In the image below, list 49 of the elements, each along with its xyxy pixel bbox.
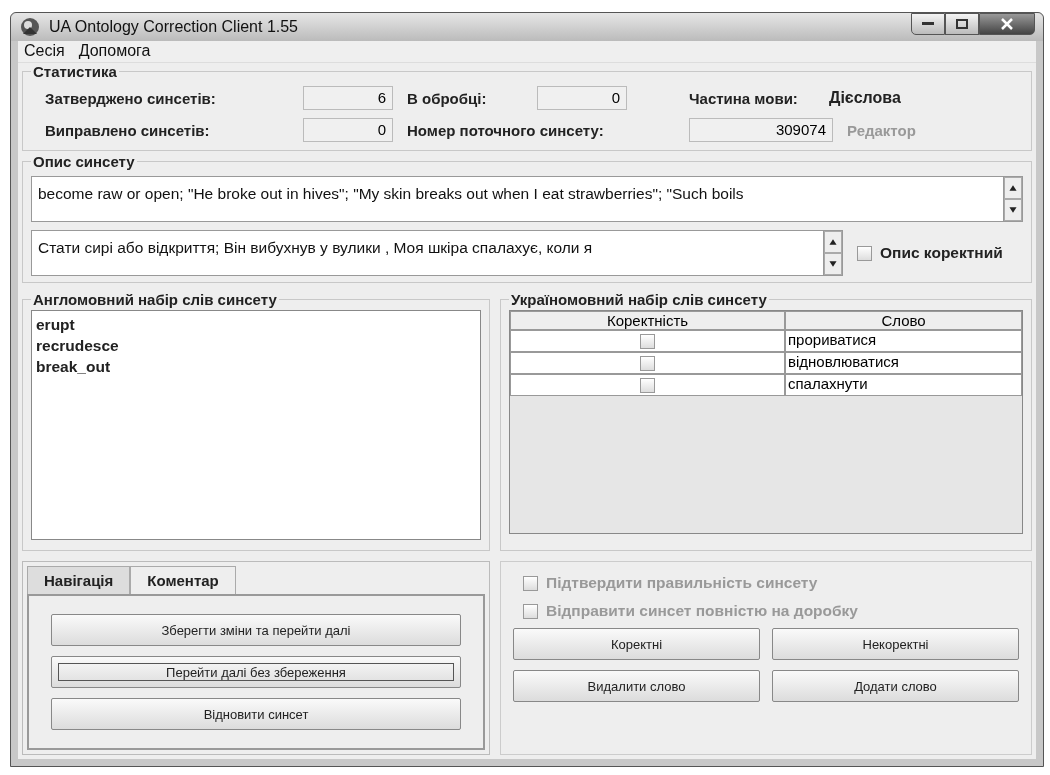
menu-item[interactable]: Сесія [24, 42, 65, 61]
row-checkbox[interactable] [640, 377, 655, 393]
field-label: Номер поточного синсету: [407, 121, 605, 139]
row-checkbox[interactable] [640, 333, 655, 349]
scrollbar[interactable] [823, 231, 842, 275]
action-button[interactable]: Відновити синсет [51, 698, 461, 730]
scrollbar[interactable] [1003, 177, 1022, 221]
table-cell: спалахнути [785, 374, 1022, 396]
tab[interactable]: Навігація [27, 566, 131, 594]
action-button[interactable]: Видалити слово [513, 670, 760, 702]
group-title: Україномовний набір слів синсету [510, 291, 768, 308]
action-button[interactable]: Перейти далі без збереження [51, 656, 461, 688]
description-correct-checkbox[interactable]: Опис коректний [857, 244, 1003, 262]
field-label: Затверджено синсетів: [45, 89, 217, 107]
window-title: UA Ontology Correction Client 1.55 [49, 17, 299, 36]
table-cell: прориватися [785, 330, 1022, 352]
field-label: В обробці: [407, 89, 488, 107]
row-checkbox[interactable] [640, 355, 655, 371]
action-button[interactable]: Зберегти зміни та перейти далі [51, 614, 461, 646]
table-cell: відновлюватися [785, 352, 1022, 374]
field-label: Виправлено синсетів: [45, 121, 211, 139]
group-title: Статистика [32, 63, 118, 80]
count-field: 0 [303, 118, 393, 142]
synset-number-field: 309074 [689, 118, 833, 142]
list-item[interactable]: recrudesce [36, 335, 476, 356]
part-of-speech-value: Дієслова [829, 89, 901, 107]
group-title: Опис синсету [32, 153, 136, 170]
list-item[interactable]: break_out [36, 356, 476, 377]
count-field: 0 [537, 86, 627, 110]
column-header[interactable]: Слово [785, 311, 1022, 330]
tab[interactable]: Коментар [130, 566, 236, 594]
action-button[interactable]: Додати слово [772, 670, 1019, 702]
ukrainian-description-field[interactable]: Стати сирі або відкриття; Він вибухнув у вулики , Моя шкіра спалахує, коли я [31, 230, 843, 276]
action-button[interactable]: Коректні [513, 628, 760, 660]
action-button[interactable]: Некоректні [772, 628, 1019, 660]
list-item[interactable]: erupt [36, 314, 476, 335]
english-description-field[interactable]: become raw or open; "He broke out in hives"; "My skin breaks out when I eat strawberries"; "Such boils [31, 176, 1023, 222]
menu-item[interactable]: Допомога [78, 42, 151, 61]
column-header[interactable]: Коректність [510, 311, 785, 330]
app-logo-icon [19, 15, 41, 38]
close-button[interactable] [979, 13, 1035, 35]
maximize-icon [956, 19, 968, 29]
minimize-button[interactable] [911, 13, 945, 35]
group-title: Англомовний набір слів синсету [32, 291, 278, 308]
minimize-icon [922, 22, 934, 26]
close-icon [1000, 18, 1014, 30]
count-field: 6 [303, 86, 393, 110]
field-label: Частина мови: [689, 89, 799, 107]
maximize-button[interactable] [945, 13, 979, 35]
